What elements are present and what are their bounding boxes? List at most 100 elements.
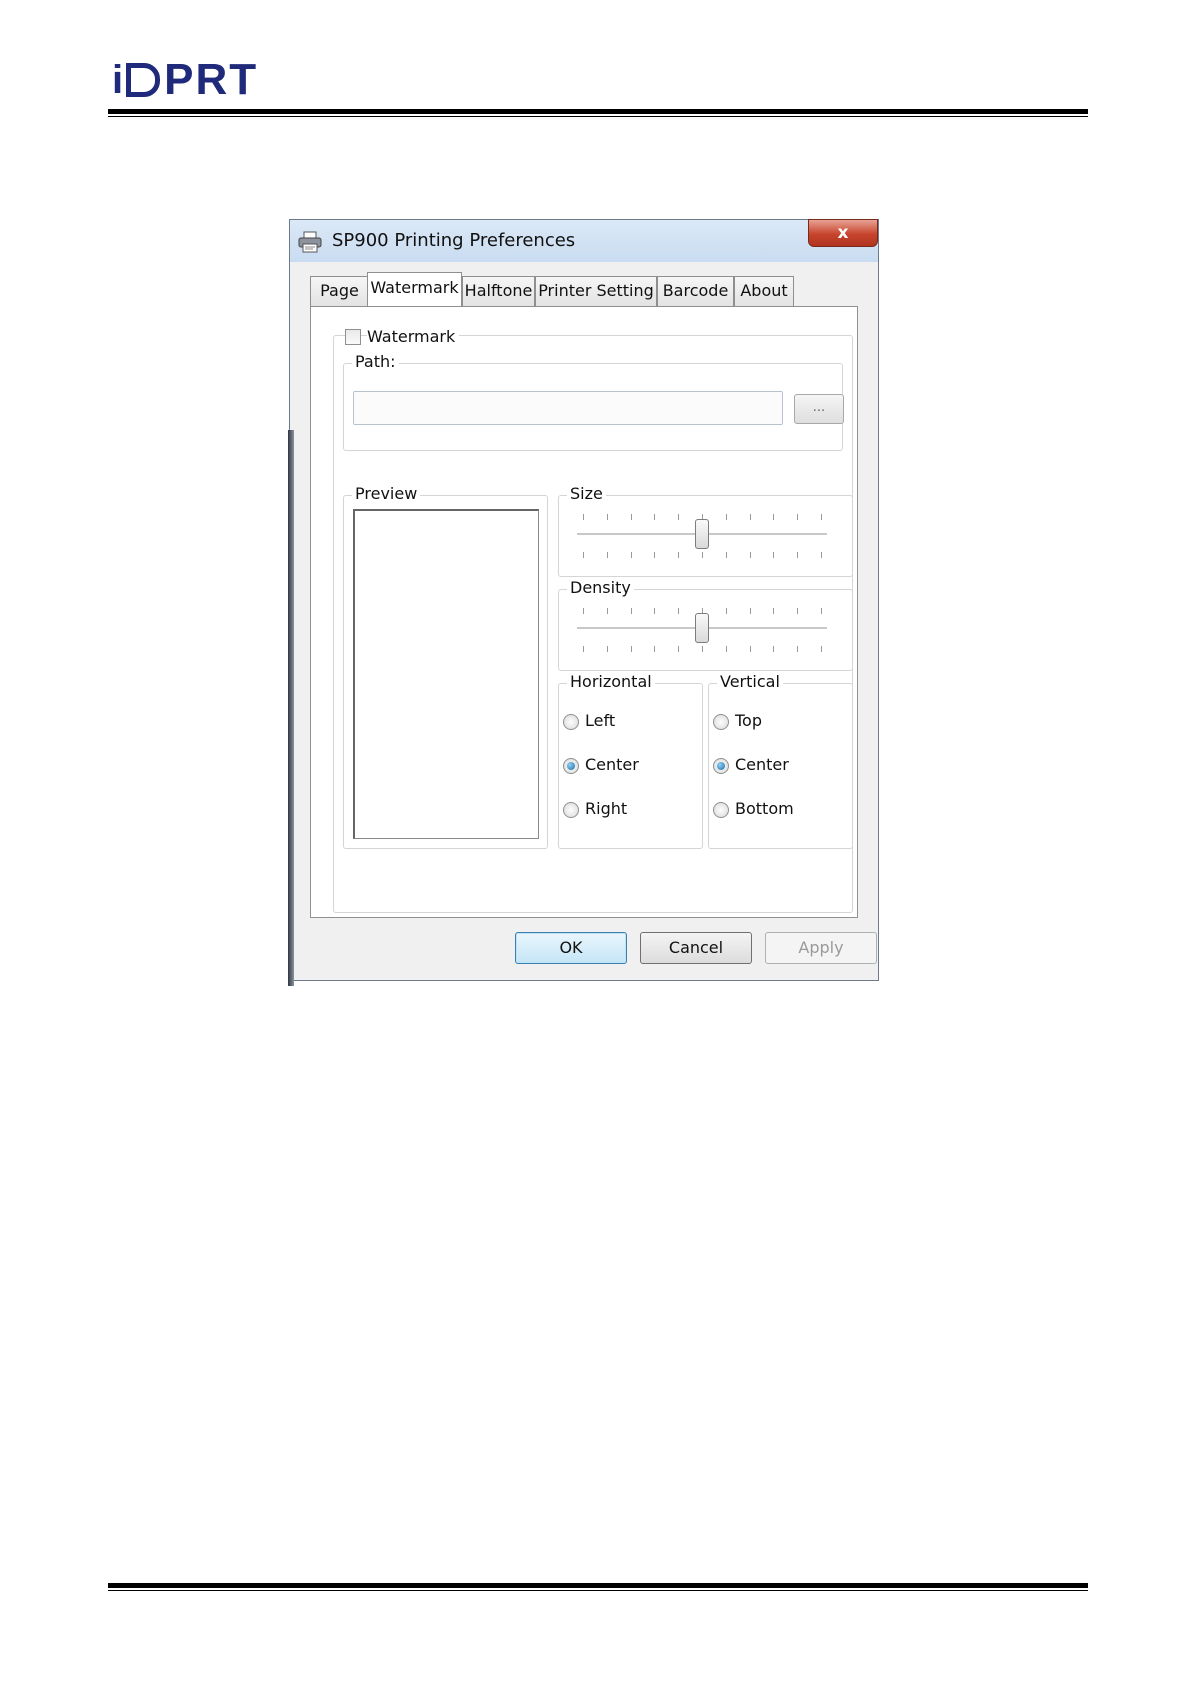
slider-tick	[773, 646, 775, 652]
slider-tick	[606, 552, 608, 558]
tab-label: About	[740, 281, 788, 300]
radio-left[interactable]	[563, 714, 579, 730]
watermark-checkbox-label: Watermark	[367, 327, 460, 346]
browse-button-label: ...	[812, 400, 826, 415]
logo-d-mark	[126, 63, 161, 97]
slider-tick	[630, 514, 632, 520]
slider-tick	[725, 514, 727, 520]
slider-tick	[821, 514, 822, 520]
path-label: Path:	[352, 352, 399, 371]
window-frame-edge	[288, 430, 294, 986]
slider-tick	[678, 646, 680, 652]
printer-icon	[298, 231, 322, 253]
radio-bottom[interactable]	[713, 802, 729, 818]
slider-tick	[797, 514, 799, 520]
slider-tick	[773, 514, 775, 520]
slider-tick	[749, 514, 751, 520]
slider-tick	[821, 646, 822, 652]
tab-watermark[interactable]: Watermark	[367, 272, 462, 306]
density-group: Density	[558, 578, 853, 671]
slider-thumb[interactable]	[695, 519, 709, 549]
slider-tick	[654, 608, 656, 614]
slider-tick	[606, 646, 608, 652]
tab-label: Page	[320, 281, 359, 300]
close-icon: x	[837, 223, 849, 243]
ok-button-label: OK	[559, 938, 583, 957]
slider-tick	[821, 608, 822, 614]
tab-page[interactable]: Page	[310, 276, 369, 306]
slider-tick	[725, 646, 727, 652]
slider-tick	[630, 552, 632, 558]
slider-tick	[797, 608, 799, 614]
tab-about[interactable]: About	[734, 276, 794, 306]
ok-button[interactable]: OK	[515, 932, 627, 964]
slider-tick	[630, 608, 632, 614]
horizontal-label: Horizontal	[567, 672, 655, 691]
slider-tick	[654, 646, 656, 652]
tab-label: Watermark	[370, 278, 459, 297]
density-slider[interactable]	[577, 602, 827, 662]
size-group: Size	[558, 484, 853, 577]
footer-rule	[108, 1583, 1088, 1591]
slider-tick	[678, 608, 680, 614]
idprt-logo: i PRT	[112, 55, 258, 104]
slider-tick	[725, 608, 727, 614]
dialog-title: SP900 Printing Preferences	[332, 230, 576, 251]
watermark-tab-panel: Watermark Path: ... Preview Size Density	[310, 306, 858, 918]
slider-tick	[583, 608, 584, 614]
slider-tick	[606, 514, 608, 520]
slider-tick	[702, 552, 703, 558]
tab-label: Barcode	[662, 281, 729, 300]
tab-printer-setting[interactable]: Printer Setting	[535, 276, 657, 306]
slider-tick	[583, 646, 584, 652]
title-bar[interactable]: SP900 Printing Preferences x	[290, 219, 878, 262]
tab-label: Halftone	[464, 281, 533, 300]
slider-tick	[583, 514, 584, 520]
slider-tick	[821, 552, 822, 558]
size-slider[interactable]	[577, 508, 827, 568]
tab-halftone[interactable]: Halftone	[462, 276, 535, 306]
apply-button-label: Apply	[798, 938, 844, 957]
radio-top-label: Top	[735, 711, 762, 730]
slider-tick	[702, 646, 703, 652]
preview-canvas	[353, 509, 539, 839]
slider-tick	[773, 552, 775, 558]
cancel-button[interactable]: Cancel	[640, 932, 752, 964]
slider-tick	[749, 608, 751, 614]
slider-tick	[606, 608, 608, 614]
slider-tick	[630, 646, 632, 652]
slider-thumb[interactable]	[695, 613, 709, 643]
radio-top[interactable]	[713, 714, 729, 730]
radio-right[interactable]	[563, 802, 579, 818]
slider-tick	[654, 514, 656, 520]
browse-button[interactable]: ...	[794, 394, 844, 424]
slider-tick	[583, 552, 584, 558]
radio-right-label: Right	[585, 799, 628, 818]
radio-horizontal-center[interactable]	[563, 758, 579, 774]
watermark-section: Watermark Path: ... Preview Size Density	[333, 327, 853, 915]
slider-tick	[725, 552, 727, 558]
slider-tick	[797, 552, 799, 558]
preview-label: Preview	[352, 484, 421, 503]
horizontal-group: Horizontal Left Center Right	[558, 672, 703, 849]
cancel-button-label: Cancel	[668, 938, 724, 957]
close-button[interactable]: x	[808, 219, 878, 247]
slider-tick	[797, 646, 799, 652]
tab-barcode[interactable]: Barcode	[657, 276, 734, 306]
apply-button[interactable]: Apply	[765, 932, 877, 964]
printing-preferences-dialog: SP900 Printing Preferences x Page Waterm…	[288, 219, 879, 986]
slider-tick	[749, 646, 751, 652]
radio-horizontal-center-label: Center	[585, 755, 639, 774]
radio-vertical-center[interactable]	[713, 758, 729, 774]
radio-left-label: Left	[585, 711, 616, 730]
vertical-group: Vertical Top Center Bottom	[708, 672, 853, 849]
watermark-checkbox[interactable]	[345, 329, 361, 345]
logo-text: PRT	[164, 55, 259, 104]
vertical-label: Vertical	[717, 672, 783, 691]
density-label: Density	[567, 578, 634, 597]
radio-vertical-center-label: Center	[735, 755, 789, 774]
slider-tick	[678, 552, 680, 558]
slider-tick	[773, 608, 775, 614]
slider-tick	[678, 514, 680, 520]
path-input[interactable]	[353, 391, 783, 425]
